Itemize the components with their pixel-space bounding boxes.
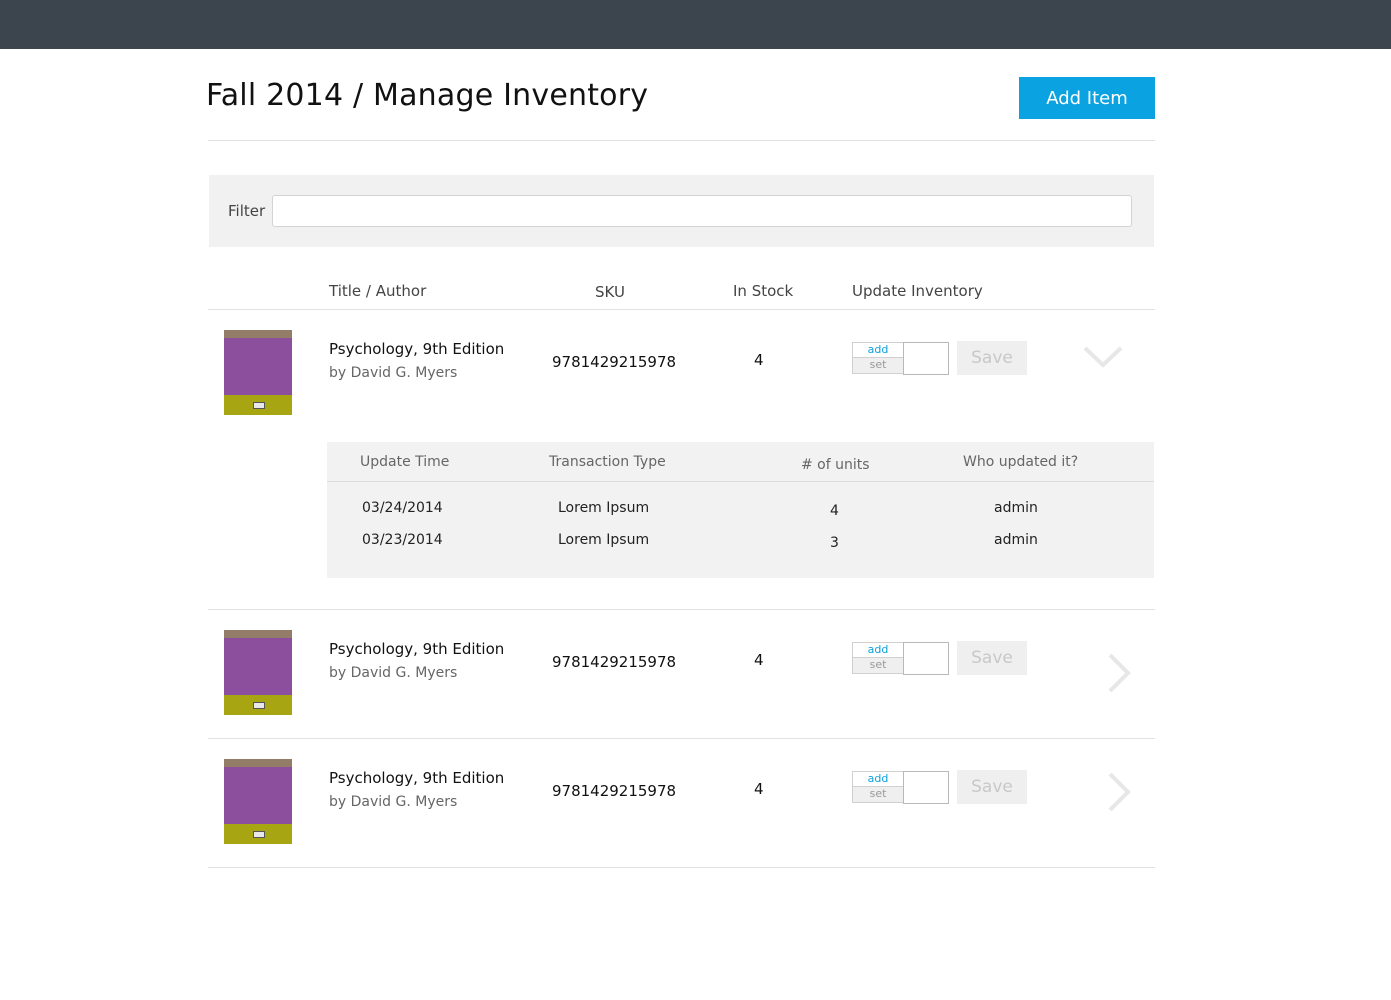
add-mode-option[interactable]: add: [853, 643, 903, 658]
book-cover-image: [224, 630, 292, 715]
stock-value: 4: [754, 780, 764, 798]
transaction-history-panel: Update Time Transaction Type # of units …: [327, 442, 1154, 578]
chevron-right-icon[interactable]: [1106, 771, 1132, 813]
history-type: Lorem Ipsum: [558, 500, 650, 516]
history-time: 03/24/2014: [362, 500, 443, 516]
chevron-right-icon[interactable]: [1106, 652, 1132, 694]
column-header-in-stock: In Stock: [733, 282, 794, 300]
stock-value: 4: [754, 651, 764, 669]
sku-value: 9781429215978: [552, 653, 677, 671]
book-title[interactable]: Psychology, 9th Edition: [329, 640, 504, 658]
stock-value: 4: [754, 351, 764, 369]
book-cover-image: [224, 759, 292, 844]
filter-label: Filter: [228, 202, 266, 220]
save-button[interactable]: Save: [957, 341, 1027, 375]
book-title[interactable]: Psychology, 9th Edition: [329, 769, 504, 787]
book-author: by David G. Myers: [329, 794, 458, 810]
history-header-update-time: Update Time: [360, 454, 450, 470]
page-title: Fall 2014 / Manage Inventory: [206, 78, 649, 113]
history-who: admin: [994, 532, 1038, 548]
column-header-title-author: Title / Author: [329, 282, 427, 300]
history-time: 03/23/2014: [362, 532, 443, 548]
history-units: 4: [830, 503, 839, 519]
history-header-transaction-type: Transaction Type: [549, 454, 666, 470]
history-header-who: Who updated it?: [963, 454, 1079, 470]
sku-value: 9781429215978: [552, 782, 677, 800]
quantity-input[interactable]: [903, 642, 949, 675]
column-header-update-inventory: Update Inventory: [852, 282, 983, 300]
save-button[interactable]: Save: [957, 641, 1027, 675]
top-bar: [0, 0, 1391, 49]
book-author: by David G. Myers: [329, 665, 458, 681]
filter-bar: Filter: [209, 175, 1154, 247]
history-who: admin: [994, 500, 1038, 516]
add-mode-option[interactable]: add: [853, 343, 903, 358]
history-header-units: # of units: [801, 457, 870, 473]
book-cover-image: [224, 330, 292, 415]
add-set-toggle: add set: [852, 342, 904, 374]
history-units: 3: [830, 535, 839, 551]
add-item-button[interactable]: Add Item: [1019, 77, 1155, 119]
set-mode-option[interactable]: set: [853, 658, 903, 673]
book-title[interactable]: Psychology, 9th Edition: [329, 340, 504, 358]
divider: [208, 140, 1155, 141]
column-header-sku: SKU: [595, 283, 625, 301]
history-type: Lorem Ipsum: [558, 532, 650, 548]
set-mode-option[interactable]: set: [853, 358, 903, 373]
filter-input[interactable]: [272, 195, 1132, 227]
divider: [208, 867, 1155, 868]
divider: [208, 738, 1155, 739]
divider: [208, 309, 1155, 310]
chevron-down-icon[interactable]: [1082, 345, 1124, 369]
sku-value: 9781429215978: [552, 353, 677, 371]
set-mode-option[interactable]: set: [853, 787, 903, 802]
add-mode-option[interactable]: add: [853, 772, 903, 787]
quantity-input[interactable]: [903, 342, 949, 375]
add-set-toggle: add set: [852, 642, 904, 674]
add-set-toggle: add set: [852, 771, 904, 803]
divider: [208, 609, 1155, 610]
book-author: by David G. Myers: [329, 365, 458, 381]
quantity-input[interactable]: [903, 771, 949, 804]
save-button[interactable]: Save: [957, 770, 1027, 804]
